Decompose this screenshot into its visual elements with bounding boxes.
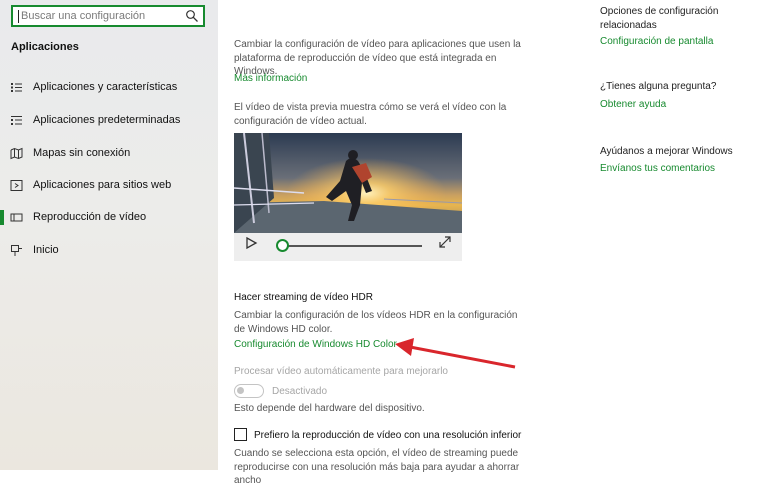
- display-settings-link[interactable]: Configuración de pantalla: [600, 36, 713, 47]
- low-resolution-checkbox[interactable]: [234, 428, 247, 441]
- hardware-note: Esto depende del hardware del dispositiv…: [234, 403, 425, 414]
- improve-windows-title: Ayúdanos a mejorar Windows: [600, 146, 733, 157]
- sidebar-item-label: Aplicaciones y características: [33, 81, 178, 93]
- seek-thumb[interactable]: [276, 239, 289, 252]
- search-icon[interactable]: [185, 9, 199, 23]
- sidebar-item-label: Reproducción de vídeo: [33, 211, 147, 223]
- sidebar-item-label: Aplicaciones para sitios web: [33, 179, 172, 191]
- sidebar-section-title: Aplicaciones: [11, 41, 79, 53]
- related-settings-panel: Opciones de configuración relacionadas C…: [558, 0, 780, 470]
- sidebar-item-label: Aplicaciones predeterminadas: [33, 114, 181, 126]
- low-resolution-description: Cuando se selecciona esta opción, el víd…: [234, 448, 520, 486]
- sidebar-item-video-playback[interactable]: Reproducción de vídeo: [0, 204, 218, 232]
- video-icon: [10, 213, 23, 222]
- list-icon: [11, 83, 22, 92]
- hdr-heading: Hacer streaming de vídeo HDR: [234, 292, 373, 303]
- web-apps-icon: [10, 180, 23, 191]
- seek-bar[interactable]: [282, 245, 422, 247]
- active-indicator: [0, 210, 4, 225]
- default-apps-icon: [11, 116, 22, 125]
- text-caret: [18, 10, 19, 23]
- more-info-link[interactable]: Más información: [234, 73, 307, 84]
- video-frame: [234, 133, 462, 261]
- fullscreen-icon[interactable]: [438, 235, 452, 249]
- sidebar-item-web-apps[interactable]: Aplicaciones para sitios web: [0, 172, 218, 200]
- search-input[interactable]: Buscar una configuración: [11, 5, 205, 27]
- toggle-knob: [237, 387, 244, 394]
- get-help-link[interactable]: Obtener ayuda: [600, 99, 666, 110]
- toggle-state-label: Desactivado: [272, 386, 328, 397]
- hdr-text: Cambiar la configuración de los vídeos H…: [234, 310, 518, 335]
- sidebar-item-apps-features[interactable]: Aplicaciones y características: [0, 74, 218, 102]
- startup-icon: [11, 245, 22, 256]
- related-settings-title: Opciones de configuración relacionadas: [600, 6, 719, 31]
- sidebar-item-startup[interactable]: Inicio: [0, 237, 218, 265]
- sidebar-item-offline-maps[interactable]: Mapas sin conexión: [0, 140, 218, 168]
- preview-text: El vídeo de vista previa muestra cómo se…: [234, 102, 507, 127]
- search-placeholder: Buscar una configuración: [21, 10, 146, 22]
- question-title: ¿Tienes alguna pregunta?: [600, 81, 717, 92]
- auto-process-toggle[interactable]: [234, 384, 264, 398]
- map-icon: [10, 147, 23, 160]
- process-video-label: Procesar vídeo automáticamente para mejo…: [234, 366, 448, 377]
- feedback-link[interactable]: Envíanos tus comentarios: [600, 163, 715, 174]
- main-content: Cambiar la configuración de vídeo para a…: [218, 0, 558, 486]
- low-resolution-label: Prefiero la reproducción de vídeo con un…: [254, 430, 522, 441]
- sidebar-item-default-apps[interactable]: Aplicaciones predeterminadas: [0, 107, 218, 135]
- hd-color-settings-link[interactable]: Configuración de Windows HD Color: [234, 339, 397, 350]
- settings-sidebar: Buscar una configuración Aplicaciones Ap…: [0, 0, 218, 470]
- video-preview[interactable]: [234, 133, 462, 261]
- play-icon[interactable]: [244, 236, 258, 250]
- sidebar-item-label: Mapas sin conexión: [33, 147, 131, 159]
- sidebar-item-label: Inicio: [33, 244, 59, 256]
